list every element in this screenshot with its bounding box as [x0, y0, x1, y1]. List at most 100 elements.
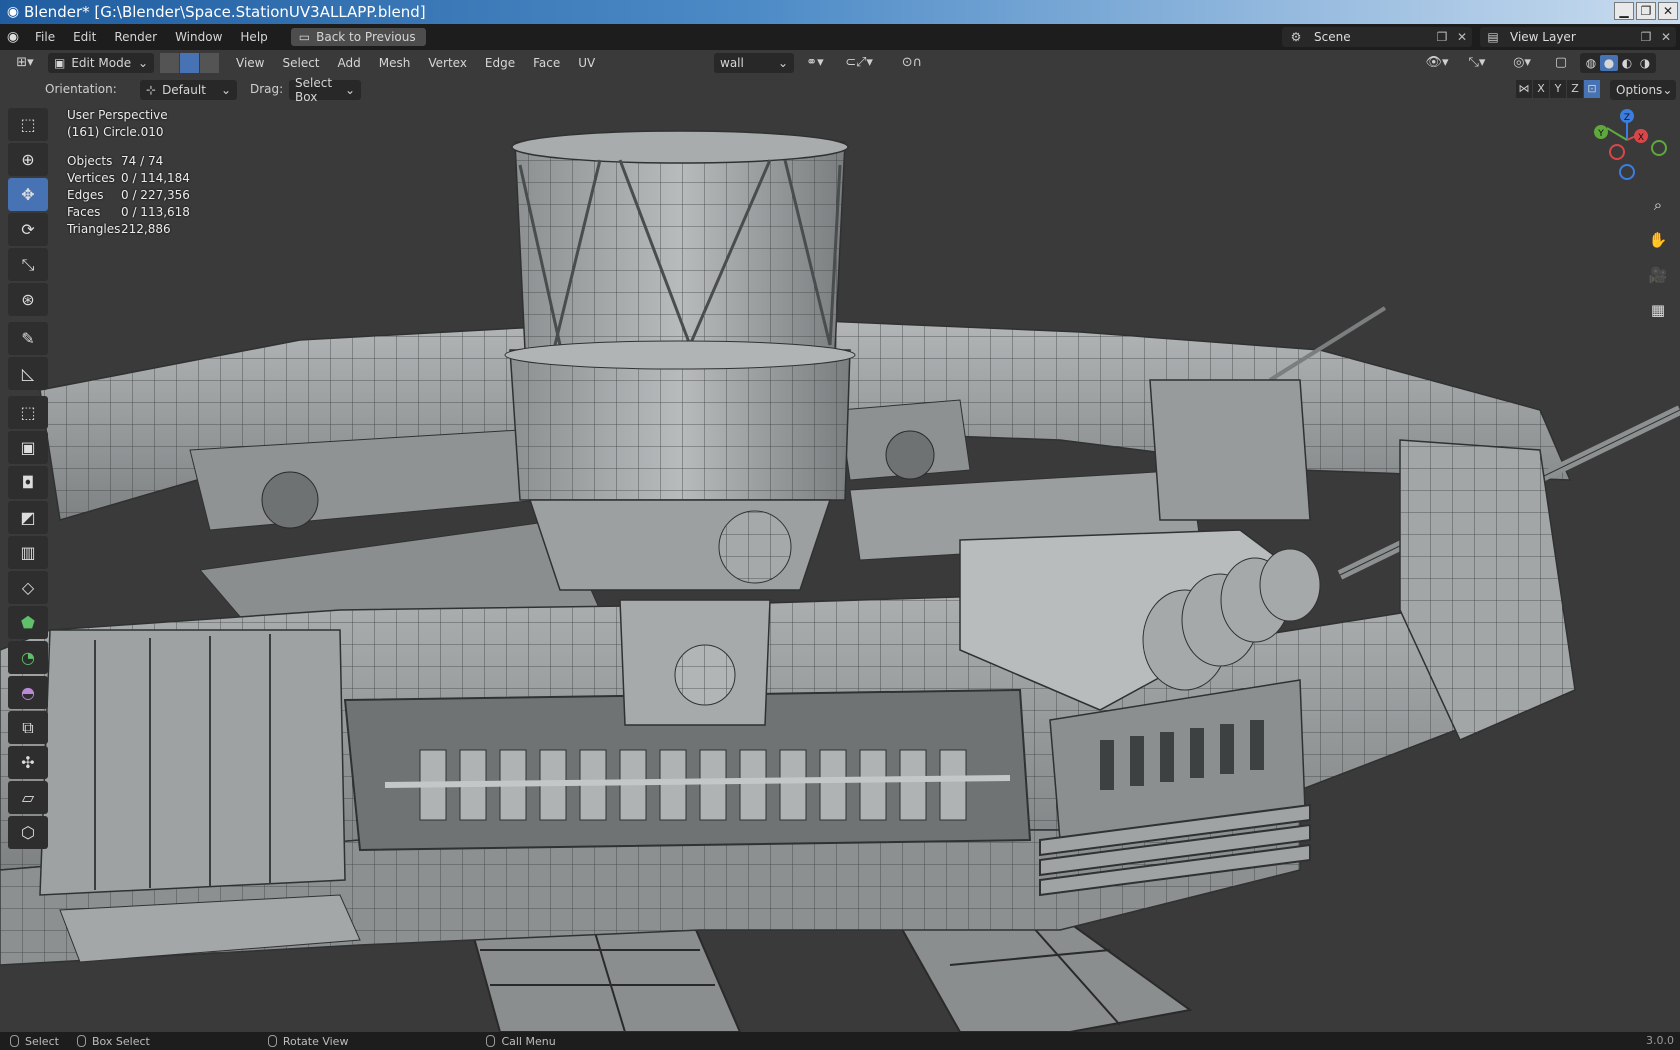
inset-faces-tool[interactable]: ◘ — [8, 466, 48, 499]
options-button[interactable]: Options ⌄ — [1610, 80, 1676, 100]
axis-x-button[interactable]: X — [1533, 80, 1549, 98]
menu-edit[interactable]: Edit — [64, 30, 105, 44]
select-box-tool[interactable]: ⬚ — [8, 108, 48, 141]
3d-viewport[interactable]: ⊞▾ ▣ Edit Mode ⌄ View Select Add Mesh Ve… — [0, 50, 1680, 1032]
edge-slide-tool[interactable]: ⧉ — [8, 711, 48, 744]
navigation-gizmo[interactable]: Z Y X — [1585, 108, 1675, 188]
remove-scene-icon[interactable]: ✕ — [1452, 30, 1472, 44]
shrink-fatten-icon: ✣ — [21, 753, 35, 772]
edge-select-button[interactable] — [180, 53, 199, 73]
annotate-tool[interactable]: ✎ — [8, 322, 48, 355]
menu-face[interactable]: Face — [524, 56, 569, 70]
menu-vertex[interactable]: Vertex — [419, 56, 476, 70]
measure-tool[interactable]: ◺ — [8, 357, 48, 390]
spin-tool[interactable]: ◔ — [8, 641, 48, 674]
face-select-button[interactable] — [200, 53, 219, 73]
auto-merge-icon[interactable]: ⊡ — [1584, 80, 1600, 98]
space-station-mesh[interactable] — [0, 50, 1680, 1032]
stat-row: Edges 0 / 227,356 — [67, 187, 190, 202]
solid-shading-icon[interactable]: ● — [1600, 55, 1618, 71]
xray-icon[interactable]: ▢ — [1550, 53, 1572, 73]
rotate-tool[interactable]: ⟳ — [8, 213, 48, 246]
menu-select[interactable]: Select — [273, 56, 328, 70]
bevel-tool[interactable]: ◩ — [8, 501, 48, 534]
add-cube-icon: ⬚ — [20, 403, 36, 422]
scale-icon: ⤡ — [21, 254, 35, 274]
add-cube-tool[interactable]: ⬚ — [8, 396, 48, 429]
editor-type-icon[interactable]: ⊞▾ — [10, 53, 40, 73]
mode-select[interactable]: ▣ Edit Mode ⌄ — [48, 53, 154, 73]
chevron-down-icon: ⌄ — [220, 83, 231, 97]
menu-add[interactable]: Add — [329, 56, 370, 70]
scene-selector[interactable]: ⚙ Scene ❐ ✕ — [1282, 27, 1472, 47]
gizmo-neg-x[interactable] — [1609, 144, 1625, 160]
proportional-edit-icon[interactable]: ⊙∩ — [892, 53, 932, 73]
restore-button[interactable]: ❐ — [1636, 2, 1656, 20]
menu-file[interactable]: File — [26, 30, 64, 44]
shear-tool[interactable]: ▱ — [8, 781, 48, 814]
window-title-bar: ◉ Blender* [G:\Blender\Space.StationUV3A… — [0, 0, 1680, 24]
perspective-grid-icon[interactable]: ▦ — [1643, 295, 1673, 325]
menu-view[interactable]: View — [227, 56, 273, 70]
new-view-layer-icon[interactable]: ❐ — [1636, 30, 1656, 44]
material-select[interactable]: wall ⌄ — [714, 53, 794, 73]
menu-uv[interactable]: UV — [569, 56, 604, 70]
chevron-down-icon: ⌄ — [344, 83, 355, 97]
minimize-button[interactable]: ▁ — [1614, 2, 1634, 20]
blender-menu-icon[interactable]: ◉ — [0, 29, 26, 45]
status-box-select: Box Select — [91, 1034, 150, 1048]
svg-text:X: X — [1638, 133, 1644, 143]
extrude-tool[interactable]: ▣ — [8, 431, 48, 464]
visibility-icon[interactable]: 👁▾ — [1420, 53, 1454, 73]
status-rotate-view: Rotate View — [282, 1034, 349, 1048]
gizmo-toggle-icon[interactable]: ⤡▾ — [1460, 53, 1494, 73]
cursor-tool[interactable]: ⊕ — [8, 143, 48, 176]
rip-region-tool[interactable]: ⬡ — [8, 816, 48, 849]
back-to-previous-button[interactable]: ▭ Back to Previous — [290, 28, 426, 46]
orientation-label: Orientation: — [45, 82, 117, 96]
remove-view-layer-icon[interactable]: ✕ — [1656, 30, 1676, 44]
pan-hand-icon[interactable]: ✋ — [1643, 225, 1673, 255]
stats-table: Objects 74 / 74 Vertices 0 / 114,184 Edges… — [67, 152, 190, 237]
camera-view-icon[interactable]: 🎥 — [1643, 260, 1673, 290]
knife-tool[interactable]: ◇ — [8, 571, 48, 604]
view-layer-selector[interactable]: ▤ View Layer ❐ ✕ — [1480, 27, 1676, 47]
mouse-left-icon — [10, 1035, 19, 1047]
top-menu-bar: ◉ File Edit Render Window Help ▭ Back to… — [0, 24, 1680, 50]
tool-shelf: ⬚ ⊕ ✥ ⟳ ⤡ ⊛ ✎ ◺ ⬚ ▣ ◘ ◩ ▥ ◇ ⬟ ◔ ◓ ⧉ ✣ ▱ … — [8, 108, 48, 851]
menu-window[interactable]: Window — [166, 30, 231, 44]
overlays-icon[interactable]: ◎▾ — [1505, 53, 1539, 73]
gizmo-neg-z[interactable] — [1619, 164, 1635, 180]
stat-row: Vertices 0 / 114,184 — [67, 170, 190, 185]
navigation-buttons: ⌕ ✋ 🎥 ▦ — [1643, 190, 1673, 330]
menu-render[interactable]: Render — [105, 30, 166, 44]
material-shading-icon[interactable]: ◐ — [1618, 55, 1636, 71]
smooth-tool[interactable]: ◓ — [8, 676, 48, 709]
snap-icon[interactable]: ⊂⤢▾ — [836, 53, 882, 73]
shrink-fatten-tool[interactable]: ✣ — [8, 746, 48, 779]
close-button[interactable]: ✕ — [1658, 2, 1678, 20]
gizmo-neg-y[interactable] — [1651, 140, 1667, 156]
rendered-shading-icon[interactable]: ◑ — [1636, 55, 1654, 71]
transform-tool[interactable]: ⊛ — [8, 283, 48, 316]
cursor-icon: ⊕ — [21, 150, 35, 169]
drag-select[interactable]: Select Box ⌄ — [289, 76, 361, 104]
poly-build-tool[interactable]: ⬟ — [8, 606, 48, 639]
status-select: Select — [25, 1034, 59, 1048]
new-scene-icon[interactable]: ❐ — [1432, 30, 1452, 44]
blender-logo-icon: ◉ — [6, 4, 20, 20]
menu-help[interactable]: Help — [231, 30, 276, 44]
orientation-select[interactable]: ⊹ Default ⌄ — [140, 80, 237, 100]
menu-mesh[interactable]: Mesh — [370, 56, 420, 70]
zoom-icon[interactable]: ⌕ — [1643, 190, 1673, 220]
pivot-point-icon[interactable]: ⚭▾ — [800, 53, 830, 73]
menu-edge[interactable]: Edge — [476, 56, 524, 70]
loop-cut-tool[interactable]: ▥ — [8, 536, 48, 569]
vertex-select-button[interactable] — [160, 53, 179, 73]
mirror-icon[interactable]: ⋈ — [1516, 80, 1532, 98]
wireframe-shading-icon[interactable]: ◍ — [1582, 55, 1600, 71]
move-tool[interactable]: ✥ — [8, 178, 48, 211]
axis-y-button[interactable]: Y — [1550, 80, 1566, 98]
axis-z-button[interactable]: Z — [1567, 80, 1583, 98]
scale-tool[interactable]: ⤡ — [8, 248, 48, 281]
